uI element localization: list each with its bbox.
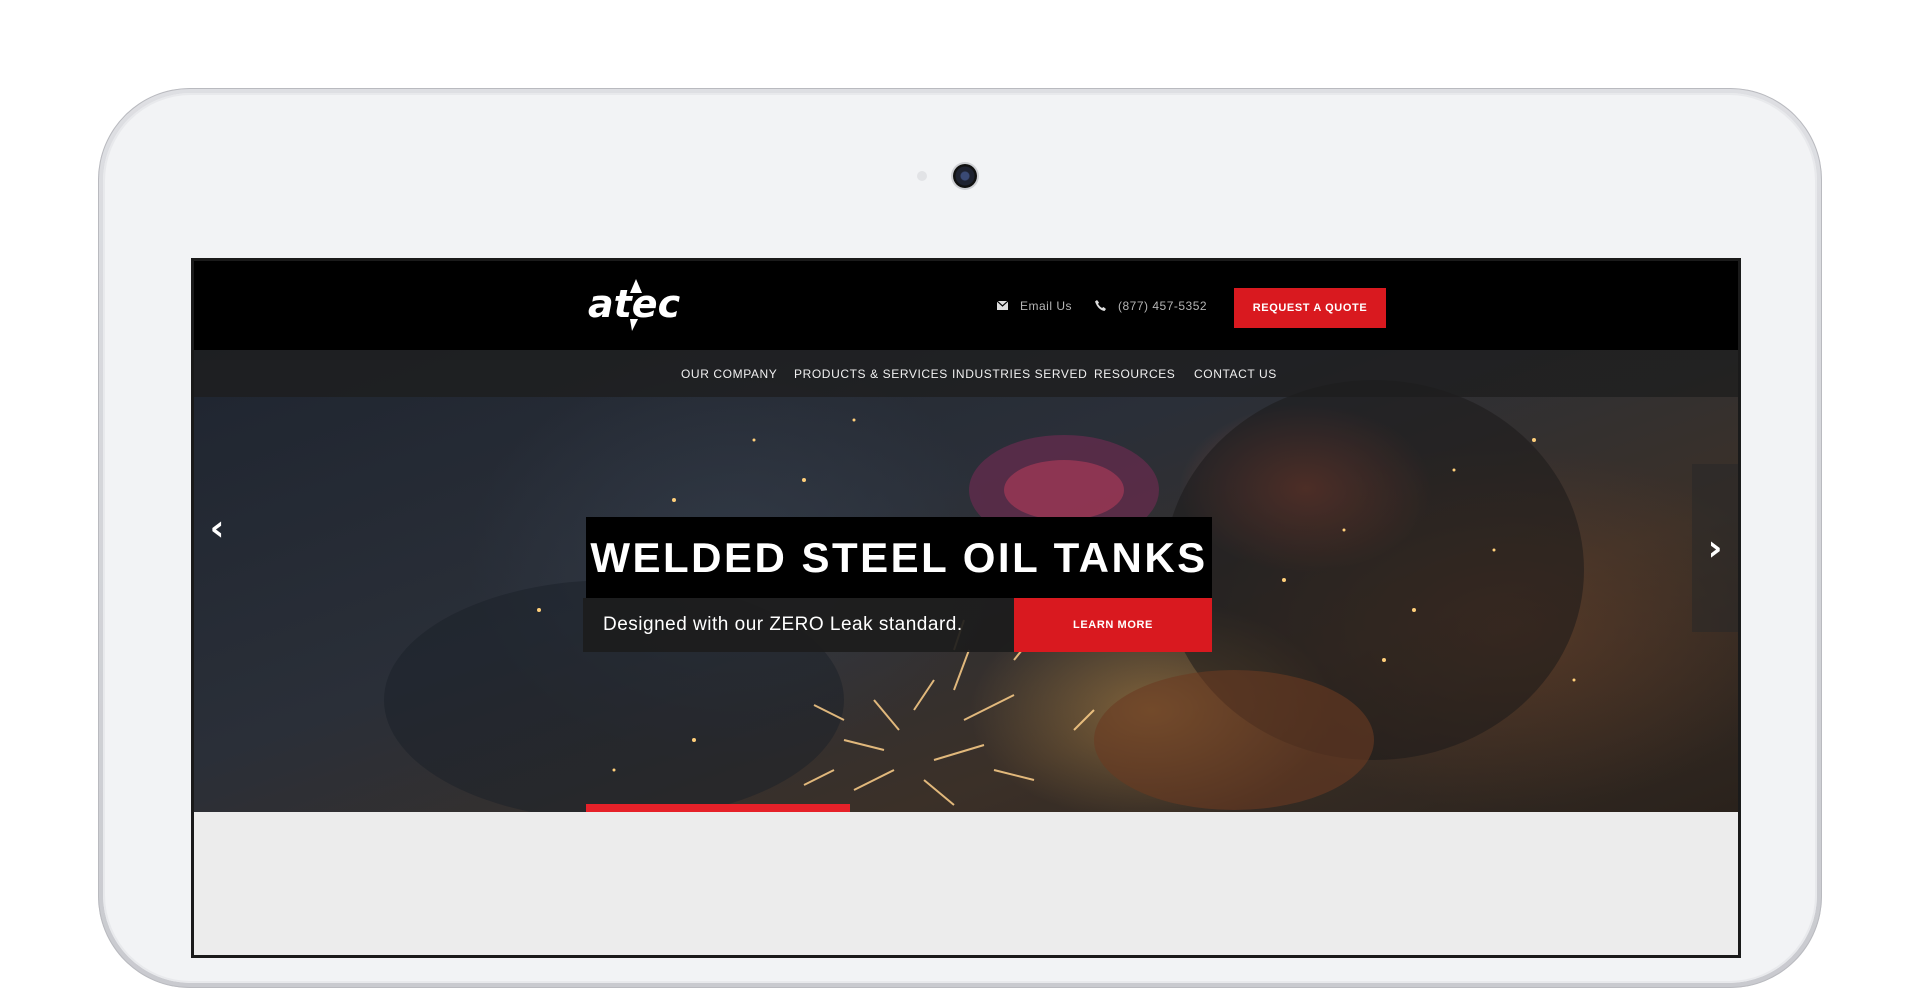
atec-logo[interactable]: atec — [586, 275, 708, 335]
hero-subtext: Designed with our ZERO Leak standard. — [583, 598, 1014, 652]
hero-headline: WELDED STEEL OIL TANKS — [586, 517, 1212, 598]
nav-industries-served[interactable]: INDUSTRIES SERVED — [952, 350, 1087, 397]
site-header: atec Email Us (877) 457-5352 REQUEST A Q… — [194, 261, 1738, 350]
chevron-left-icon[interactable]: ‹ — [202, 498, 232, 558]
email-label: Email Us — [1020, 298, 1073, 313]
learn-more-button[interactable]: LEARN MORE — [1014, 598, 1212, 652]
logo-mark: atec — [588, 279, 681, 331]
hero-slider: OUR COMPANY PRODUCTS & SERVICES INDUSTRI… — [194, 350, 1738, 812]
phone-link[interactable]: (877) 457-5352 — [1095, 261, 1207, 350]
website-screen: atec Email Us (877) 457-5352 REQUEST A Q… — [191, 258, 1741, 958]
phone-label: (877) 457-5352 — [1118, 298, 1208, 313]
phone-icon — [1095, 300, 1106, 311]
logo-text: atec — [588, 282, 681, 326]
email-link[interactable]: Email Us — [997, 261, 1072, 350]
tablet-bezel: atec Email Us (877) 457-5352 REQUEST A Q… — [103, 93, 1817, 983]
main-nav: OUR COMPANY PRODUCTS & SERVICES INDUSTRI… — [194, 350, 1738, 397]
tablet-frame: atec Email Us (877) 457-5352 REQUEST A Q… — [98, 88, 1822, 988]
request-quote-button[interactable]: REQUEST A QUOTE — [1234, 288, 1386, 328]
sensor-dot — [917, 171, 927, 181]
nav-contact-us[interactable]: CONTACT US — [1194, 350, 1277, 397]
nav-resources[interactable]: RESOURCES — [1094, 350, 1175, 397]
nav-our-company[interactable]: OUR COMPANY — [681, 350, 777, 397]
section-accent-bar — [586, 804, 850, 812]
nav-products-services[interactable]: PRODUCTS & SERVICES — [794, 350, 948, 397]
chevron-right-icon[interactable]: › — [1692, 464, 1738, 632]
email-icon — [997, 301, 1008, 310]
camera-icon — [953, 164, 977, 188]
content-section — [194, 804, 1738, 955]
